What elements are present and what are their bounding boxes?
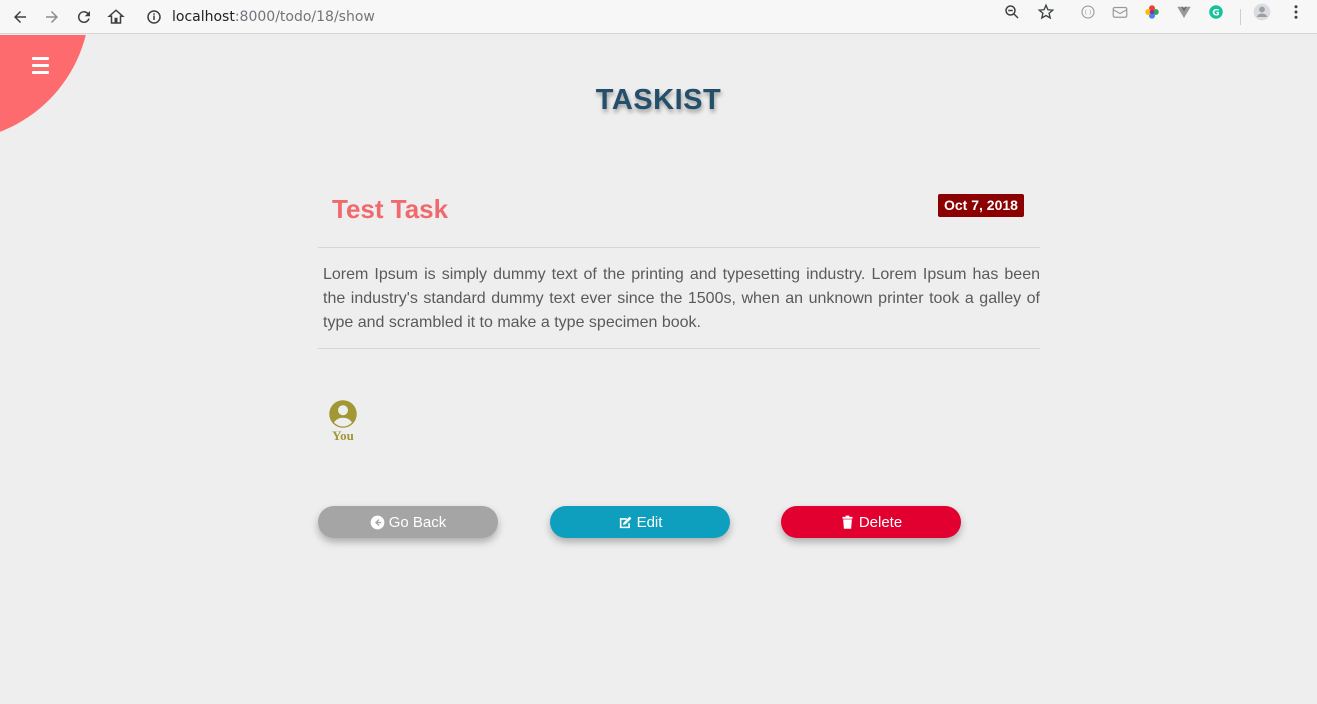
forward-arrow-icon[interactable] [40, 5, 64, 29]
back-arrow-icon[interactable] [8, 5, 32, 29]
page-viewport [0, 35, 1317, 704]
divider-bottom [318, 348, 1040, 349]
divider-top [318, 247, 1040, 248]
go-back-label: Go Back [388, 513, 447, 531]
delete-button[interactable]: Delete [781, 506, 961, 538]
url-path: :8000/todo/18/show [234, 9, 375, 25]
menu-dots-icon[interactable] [1286, 2, 1306, 22]
zoom-icon[interactable] [1002, 2, 1022, 22]
go-back-button[interactable]: Go Back [318, 506, 498, 538]
task-description: Lorem Ipsum is simply dummy text of the … [323, 266, 1040, 331]
home-icon[interactable] [104, 5, 128, 29]
svg-text:G: G [1212, 8, 1219, 18]
app-brand-title: TASKIST [595, 84, 722, 116]
star-icon[interactable] [1036, 2, 1056, 22]
info-icon[interactable] [144, 5, 164, 29]
vue-devtools-icon[interactable] [1174, 2, 1194, 22]
grammarly-icon[interactable]: G [1206, 2, 1226, 22]
mail-icon[interactable] [1110, 2, 1130, 22]
extension-icon[interactable]: ( ) [1078, 2, 1098, 22]
owner-label: You [332, 428, 354, 443]
task-owner: You [326, 399, 360, 444]
url-host: localhost [172, 9, 235, 25]
trash-icon [842, 515, 853, 529]
task-title: Test Task [332, 194, 449, 224]
reload-icon[interactable] [72, 5, 96, 29]
browser-toolbar: localhost:8000/todo/18/show ( ) G [0, 0, 1317, 34]
delete-label: Delete [858, 513, 903, 531]
arrow-circle-left-icon [370, 515, 385, 529]
edit-label: Edit [636, 513, 663, 531]
toolbar-divider [1240, 9, 1241, 25]
user-circle-icon [329, 400, 357, 428]
svg-text:( ): ( ) [1085, 9, 1092, 16]
edit-icon [619, 516, 631, 528]
task-date-badge: Oct 7, 2018 [938, 194, 1024, 217]
color-wheel-icon[interactable] [1142, 2, 1162, 22]
hamburger-menu-icon[interactable] [28, 53, 52, 77]
edit-button[interactable]: Edit [550, 506, 730, 538]
address-bar[interactable]: localhost:8000/todo/18/show [172, 5, 375, 29]
profile-icon[interactable] [1252, 2, 1272, 22]
